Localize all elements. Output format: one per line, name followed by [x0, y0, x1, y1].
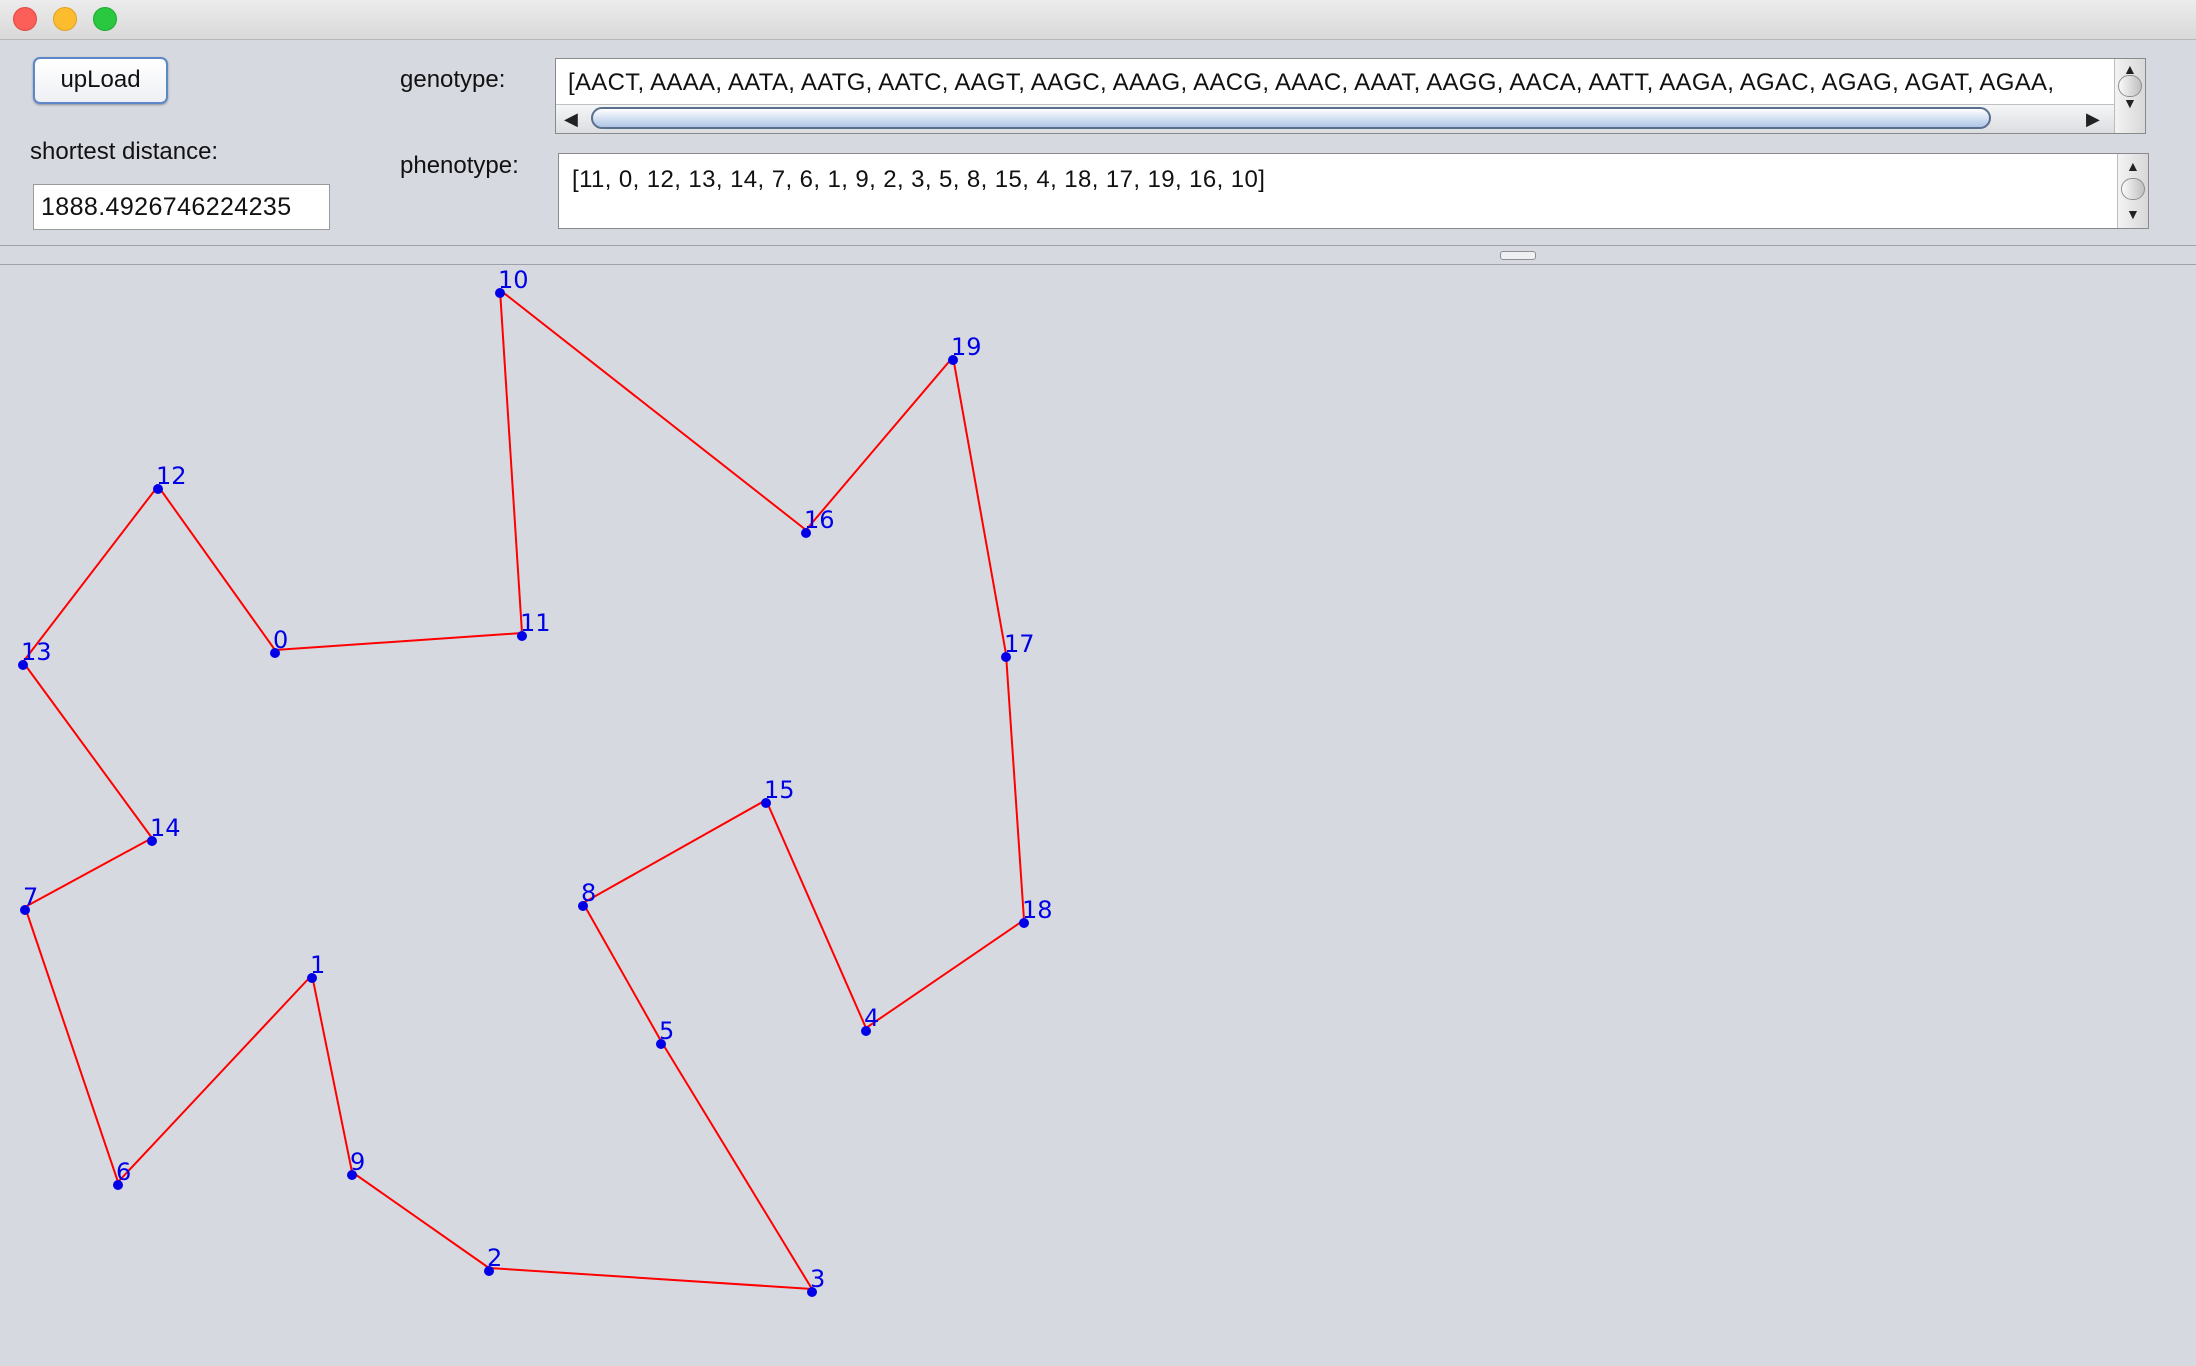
genotype-horizontal-scrollbar[interactable]: ◀ ▶	[556, 104, 2116, 133]
tour-edge-7-6	[24, 906, 119, 1183]
tour-labels: 01234567 8910111213141516171819	[21, 266, 1053, 1293]
shortest-distance-label: shortest distance:	[30, 138, 219, 165]
scroll-down-arrow-icon[interactable]: ▼	[2123, 95, 2137, 111]
phenotype-label: phenotype:	[400, 152, 519, 179]
scroll-up-arrow-icon[interactable]: ▲	[2126, 158, 2140, 174]
genotype-textarea[interactable]: [AACT, AAAA, AATA, AATG, AATC, AAGT, AAG…	[555, 58, 2146, 134]
scroll-right-arrow-icon[interactable]: ▶	[2086, 105, 2100, 133]
city-label-18: 18	[1022, 896, 1053, 924]
city-label-9: 9	[350, 1148, 365, 1176]
phenotype-vertical-scrollbar[interactable]: ▲ ▼	[2117, 154, 2148, 228]
tour-edge-19-16	[805, 356, 954, 531]
tour-edge-13-14	[22, 661, 153, 839]
tour-edge-4-18	[865, 919, 1025, 1029]
divider-grip-icon[interactable]	[1500, 251, 1536, 260]
city-label-17: 17	[1004, 630, 1035, 658]
city-label-4: 4	[864, 1004, 879, 1032]
shortest-distance-field[interactable]: 1888.4926746224235	[33, 184, 330, 230]
genotype-vertical-scrollbar[interactable]: ▲ ▼	[2114, 59, 2145, 133]
city-label-19: 19	[951, 333, 982, 361]
city-label-12: 12	[156, 462, 187, 490]
tour-edge-15-4	[765, 799, 867, 1029]
control-panel: upLoad shortest distance: 1888.492674622…	[0, 40, 2196, 245]
city-label-11: 11	[520, 609, 551, 637]
horizontal-scroll-thumb[interactable]	[591, 107, 1991, 129]
tour-edge-8-15	[582, 799, 767, 904]
city-label-8: 8	[581, 879, 596, 907]
tour-edge-5-8	[582, 902, 662, 1042]
city-label-3: 3	[810, 1265, 825, 1293]
vertical-scroll-thumb[interactable]	[2118, 75, 2142, 97]
scroll-down-arrow-icon[interactable]: ▼	[2126, 206, 2140, 222]
tour-edge-1-9	[311, 974, 353, 1173]
tour-edge-6-1	[117, 974, 313, 1183]
minimize-window-button[interactable]	[53, 7, 77, 31]
city-label-2: 2	[487, 1244, 502, 1272]
tour-edge-14-7	[24, 837, 153, 908]
city-label-16: 16	[804, 506, 835, 534]
maximize-window-button[interactable]	[93, 7, 117, 31]
genotype-text: [AACT, AAAA, AATA, AATG, AATC, AAGT, AAG…	[568, 69, 2055, 96]
upload-button[interactable]: upLoad	[33, 57, 168, 104]
city-label-7: 7	[23, 883, 38, 911]
tour-edge-16-10	[499, 289, 807, 531]
city-label-10: 10	[498, 266, 529, 294]
city-label-14: 14	[150, 814, 181, 842]
scroll-left-arrow-icon[interactable]: ◀	[564, 105, 578, 133]
city-label-13: 13	[21, 638, 52, 666]
city-label-15: 15	[764, 776, 795, 804]
tour-edge-2-3	[488, 1267, 813, 1290]
close-window-button[interactable]	[13, 7, 37, 31]
city-label-0: 0	[273, 626, 288, 654]
tour-edge-9-2	[351, 1171, 490, 1269]
phenotype-text: [11, 0, 12, 13, 14, 7, 6, 1, 9, 2, 3, 5,…	[572, 166, 1266, 193]
split-pane-divider[interactable]	[0, 245, 2196, 265]
vertical-scroll-thumb[interactable]	[2121, 178, 2145, 200]
tour-plot-canvas: 01234567 8910111213141516171819	[18, 266, 1053, 1297]
tour-edge-12-13	[22, 485, 159, 663]
tour-edge-18-17	[1005, 653, 1025, 921]
tour-edge-3-5	[660, 1040, 813, 1290]
tour-edge-10-11	[499, 289, 523, 634]
genotype-label: genotype:	[400, 66, 506, 93]
city-label-5: 5	[659, 1017, 674, 1045]
window-titlebar	[0, 0, 2196, 40]
tour-edges	[22, 289, 1025, 1290]
tour-edge-0-12	[157, 485, 276, 651]
phenotype-textarea[interactable]: [11, 0, 12, 13, 14, 7, 6, 1, 9, 2, 3, 5,…	[558, 153, 2149, 229]
tour-edge-11-0	[274, 632, 523, 651]
tour-points	[18, 288, 1029, 1297]
city-label-6: 6	[116, 1158, 131, 1186]
tour-edge-17-19	[952, 356, 1007, 655]
city-label-1: 1	[310, 951, 325, 979]
